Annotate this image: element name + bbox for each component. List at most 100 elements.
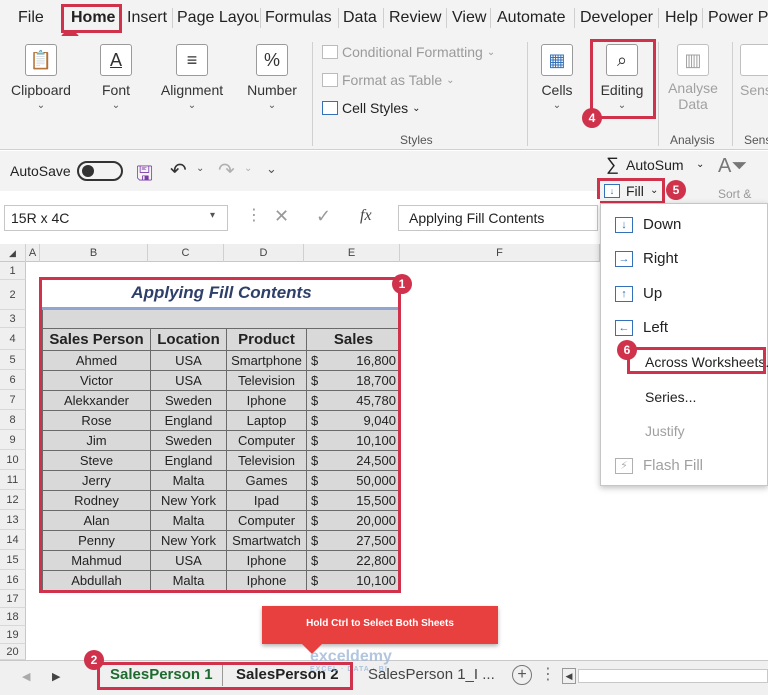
row-header[interactable]: 4 — [0, 328, 26, 350]
chevron-down-icon: ⌄ — [552, 100, 562, 111]
menu-formulas[interactable]: Formulas — [265, 9, 332, 27]
number-button[interactable]: % Number ⌄ — [240, 44, 304, 111]
conditional-formatting-button[interactable]: Conditional Formatting ⌄ — [322, 44, 495, 60]
menu-insert[interactable]: Insert — [127, 9, 167, 27]
save-icon[interactable]: 🖫 — [136, 159, 153, 193]
sort-filter-icon[interactable]: A⏷ — [718, 155, 747, 178]
fill-right-label: Right — [643, 250, 679, 267]
scroll-right-icon[interactable]: ▶ — [52, 670, 60, 683]
font-button[interactable]: A Font ⌄ — [86, 44, 146, 111]
cell-styles-button[interactable]: Cell Styles ⌄ — [322, 100, 421, 116]
autosave-toggle[interactable] — [77, 161, 123, 181]
row-header[interactable]: 12 — [0, 490, 26, 510]
sensitivity-icon — [740, 44, 768, 76]
row-header[interactable]: 19 — [0, 626, 26, 644]
row-header[interactable]: 9 — [0, 430, 26, 450]
column-header-f[interactable]: F — [400, 244, 600, 262]
row-header[interactable]: 18 — [0, 608, 26, 626]
fill-series-item[interactable]: Series... — [645, 389, 696, 405]
row-header[interactable]: 20 — [0, 644, 26, 660]
name-box[interactable]: 15R x 4C — [4, 205, 228, 231]
row-header[interactable]: 15 — [0, 550, 26, 570]
row-header[interactable]: 16 — [0, 570, 26, 590]
column-header-d[interactable]: D — [224, 244, 304, 262]
analysis-group-label: Analysis — [670, 133, 715, 147]
clipboard-label: Clipboard — [11, 82, 71, 98]
column-header-e[interactable]: E — [304, 244, 400, 262]
column-header-a[interactable]: A — [26, 244, 40, 262]
alignment-icon: ≡ — [176, 44, 208, 76]
select-all-corner[interactable]: ◢ — [0, 244, 26, 262]
row-header[interactable]: 14 — [0, 530, 26, 550]
menu-file[interactable]: File — [18, 9, 44, 27]
menu-power-pivot[interactable]: Power P — [708, 9, 768, 27]
autosave-label: AutoSave — [10, 163, 71, 179]
fill-down-item[interactable]: ↓ Down — [615, 216, 681, 233]
menu-automate[interactable]: Automate — [497, 9, 565, 27]
ribbon-separator — [658, 42, 659, 146]
menu-help[interactable]: Help — [665, 9, 698, 27]
step-badge-2: 2 — [84, 650, 104, 670]
confirm-icon[interactable]: ✓ — [316, 206, 331, 227]
conditional-formatting-icon — [322, 45, 338, 59]
row-header[interactable]: 7 — [0, 390, 26, 410]
chevron-down-icon[interactable]: ⌄ — [196, 163, 204, 174]
fill-left-item[interactable]: ← Left — [615, 319, 668, 336]
flash-fill-item[interactable]: ⚡ Flash Fill — [615, 457, 703, 474]
menu-separator — [490, 8, 491, 28]
autosum-button[interactable]: AutoSum — [626, 157, 684, 173]
sensitivity-button[interactable]: Sens — [740, 44, 768, 98]
fill-right-item[interactable]: → Right — [615, 250, 678, 267]
redo-icon[interactable]: ↷ — [218, 158, 235, 183]
clipboard-button[interactable]: 📋 Clipboard ⌄ — [6, 44, 76, 111]
menu-developer[interactable]: Developer — [580, 9, 653, 27]
format-as-table-icon — [322, 73, 338, 87]
formula-input[interactable]: Applying Fill Contents — [398, 205, 598, 231]
row-header[interactable]: 2 — [0, 280, 26, 310]
menu-page-layout[interactable]: Page Layou — [177, 9, 259, 27]
column-header-b[interactable]: B — [40, 244, 148, 262]
customize-qat-icon[interactable]: ⌄ — [266, 161, 277, 177]
menu-view[interactable]: View — [452, 9, 486, 27]
menu-separator — [446, 8, 447, 28]
chevron-down-icon[interactable]: ⌄ — [244, 163, 252, 174]
ribbon-separator — [527, 42, 528, 146]
horizontal-scrollbar[interactable] — [578, 669, 768, 683]
row-header[interactable]: 3 — [0, 310, 26, 328]
arrow-up-icon: ↑ — [615, 285, 633, 302]
add-sheet-icon[interactable]: + — [512, 665, 532, 685]
row-header[interactable]: 17 — [0, 590, 26, 608]
fill-up-item[interactable]: ↑ Up — [615, 285, 662, 302]
column-header-c[interactable]: C — [148, 244, 224, 262]
row-header[interactable]: 1 — [0, 262, 26, 280]
arrow-right-icon: → — [615, 250, 633, 267]
scroll-left-icon[interactable]: ◀ — [22, 670, 30, 683]
chevron-down-icon[interactable]: ⌄ — [696, 159, 704, 170]
more-sheets-icon[interactable]: ⋮ — [540, 664, 556, 684]
cell-styles-icon — [322, 101, 338, 115]
highlight-home-tab — [61, 4, 122, 33]
row-header[interactable]: 6 — [0, 370, 26, 390]
row-header[interactable]: 13 — [0, 510, 26, 530]
row-header[interactable]: 10 — [0, 450, 26, 470]
function-icon[interactable]: fx — [360, 207, 372, 225]
scroll-left-button[interactable]: ◀ — [562, 668, 576, 684]
row-header[interactable]: 8 — [0, 410, 26, 430]
analyse-data-button[interactable]: ▥ Analyse Data — [664, 44, 722, 112]
row-header[interactable]: 11 — [0, 470, 26, 490]
cells-label: Cells — [541, 82, 573, 98]
cancel-icon[interactable]: ✕ — [274, 206, 289, 227]
alignment-button[interactable]: ≡ Alignment ⌄ — [156, 44, 228, 111]
fill-justify-item[interactable]: Justify — [645, 423, 685, 439]
row-header[interactable]: 5 — [0, 350, 26, 370]
step-badge-6: 6 — [617, 340, 637, 360]
arrow-down-icon: ↓ — [615, 216, 633, 233]
chevron-down-icon[interactable]: ▾ — [210, 210, 215, 221]
menu-review[interactable]: Review — [389, 9, 441, 27]
cells-button[interactable]: ▦ Cells ⌄ — [534, 44, 580, 111]
autosum-icon: ∑ — [606, 154, 619, 174]
format-as-table-button[interactable]: Format as Table ⌄ — [322, 72, 455, 88]
menu-data[interactable]: Data — [343, 9, 377, 27]
sensitivity-label: Sens — [740, 82, 768, 98]
undo-icon[interactable]: ↶ — [170, 158, 187, 183]
